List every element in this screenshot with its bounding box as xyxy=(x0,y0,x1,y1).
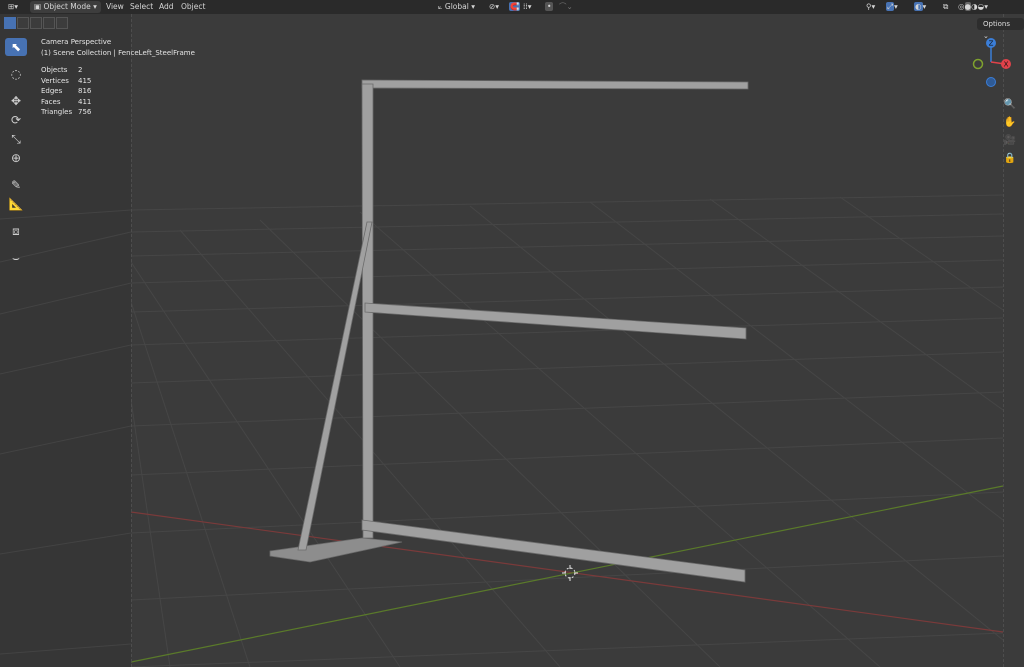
stat-row-vertices: Vertices 415 xyxy=(41,76,91,87)
select-invert-icon[interactable] xyxy=(43,17,55,29)
3d-viewport[interactable]: ⊞▾ ▣ Object Mode ▾ View Select Add Objec… xyxy=(0,0,1024,667)
proportional-falloff-dropdown[interactable]: ⌒⌄ xyxy=(559,1,573,13)
object-mode-icon: ▣ xyxy=(34,2,42,11)
options-dropdown[interactable]: Options ⌄ xyxy=(977,18,1024,40)
stat-value: 2 xyxy=(78,66,83,74)
proportional-editing-toggle[interactable]: • xyxy=(545,1,554,13)
editor-type-icon[interactable]: ⊞▾ xyxy=(8,1,18,13)
3d-cursor xyxy=(562,565,578,581)
stat-row-triangles: Triangles 756 xyxy=(41,107,91,118)
menu-add[interactable]: Add xyxy=(156,1,177,13)
collection-path: (1) Scene Collection | FenceLeft_SteelFr… xyxy=(41,49,195,57)
select-intersect-icon[interactable] xyxy=(56,17,68,29)
navigation-controls: 🔍 ✋ 🎥 🔒 xyxy=(1003,95,1017,167)
scene-statistics: Objects 2 Vertices 415 Edges 816 Faces 411 T… xyxy=(41,65,91,118)
stat-row-faces: Faces 411 xyxy=(41,97,91,108)
steel-frame-model xyxy=(269,79,749,583)
select-extend-icon[interactable] xyxy=(17,17,29,29)
select-subtract-icon[interactable] xyxy=(30,17,42,29)
scale-icon[interactable]: ⤡ xyxy=(5,130,27,148)
select-new-icon[interactable] xyxy=(4,17,16,29)
orientation-label: Global xyxy=(444,2,469,11)
gizmo-x-label: X xyxy=(1004,61,1009,69)
move-icon[interactable]: ✥ xyxy=(5,92,27,110)
stat-value: 415 xyxy=(78,76,92,85)
snap-toggle[interactable]: 🧲 xyxy=(509,1,521,13)
gizmo-toggle[interactable]: ⤢▾ xyxy=(886,1,898,13)
transform-orientation-dropdown[interactable]: ⟀ Global ▾ xyxy=(438,1,475,13)
xray-toggle[interactable]: ⧉ xyxy=(943,1,948,13)
select-box-icon[interactable]: ⬉ xyxy=(5,38,27,56)
options-label: Options xyxy=(983,20,1011,28)
add-cube-icon[interactable]: ⧈ xyxy=(5,222,27,240)
stat-label: Edges xyxy=(41,87,63,95)
stat-value: 756 xyxy=(78,108,92,116)
hand-pan-icon[interactable]: ✋ xyxy=(1003,113,1017,131)
view-name: Camera Perspective xyxy=(41,38,112,46)
cursor-icon[interactable]: ◌ xyxy=(5,65,27,83)
menu-select[interactable]: Select xyxy=(127,1,156,13)
stat-row-objects: Objects 2 xyxy=(41,65,91,76)
annotate-icon[interactable]: ✎ xyxy=(5,176,27,194)
wireframe-shading-icon[interactable]: ◎ xyxy=(958,2,965,11)
gizmo-z-label: Z xyxy=(989,40,994,48)
shading-modes[interactable]: ◎●◑◒▾ xyxy=(958,1,988,13)
pivot-point-dropdown[interactable]: ⊘▾ xyxy=(489,1,499,13)
stat-row-edges: Edges 816 xyxy=(41,86,91,97)
stat-label: Objects xyxy=(41,66,68,74)
zoom-icon[interactable]: 🔍 xyxy=(1003,95,1017,113)
rotate-icon[interactable]: ⟳ xyxy=(5,111,27,129)
stat-value: 411 xyxy=(78,97,92,106)
viewport-header: ⊞▾ ▣ Object Mode ▾ View Select Add Objec… xyxy=(0,0,1024,14)
snap-target-dropdown[interactable]: ⁞⁞▾ xyxy=(523,1,532,13)
stat-label: Vertices xyxy=(41,76,69,85)
gizmo-neg-y-axis xyxy=(972,58,984,70)
menu-object[interactable]: Object xyxy=(178,1,208,13)
stat-value: 816 xyxy=(78,87,92,95)
stat-label: Triangles xyxy=(41,108,73,116)
gizmo-neg-z-axis xyxy=(986,77,996,87)
curve-icon[interactable]: ⌣ xyxy=(5,249,27,267)
mode-label: Object Mode xyxy=(43,2,91,11)
selection-mode-buttons xyxy=(4,17,68,29)
transform-icon[interactable]: ⊕ xyxy=(5,149,27,167)
left-toolbar: ⬉ ◌ ✥ ⟳ ⤡ ⊕ ✎ 📐 ⧈ ⌣ xyxy=(5,37,31,268)
rendered-shading-icon[interactable]: ◒ xyxy=(978,2,985,11)
menu-view[interactable]: View xyxy=(103,1,127,13)
navigation-gizmo[interactable]: Z X xyxy=(968,35,1018,95)
visibility-dropdown[interactable]: ⚲▾ xyxy=(866,1,875,13)
mode-selector[interactable]: ▣ Object Mode ▾ xyxy=(30,1,101,13)
lock-icon[interactable]: 🔒 xyxy=(1003,149,1017,167)
orientation-icon: ⟀ xyxy=(438,2,443,11)
stat-label: Faces xyxy=(41,97,61,106)
camera-icon[interactable]: 🎥 xyxy=(1003,131,1017,149)
overlays-toggle[interactable]: ◐▾ xyxy=(914,1,926,13)
measure-icon[interactable]: 📐 xyxy=(5,195,27,213)
